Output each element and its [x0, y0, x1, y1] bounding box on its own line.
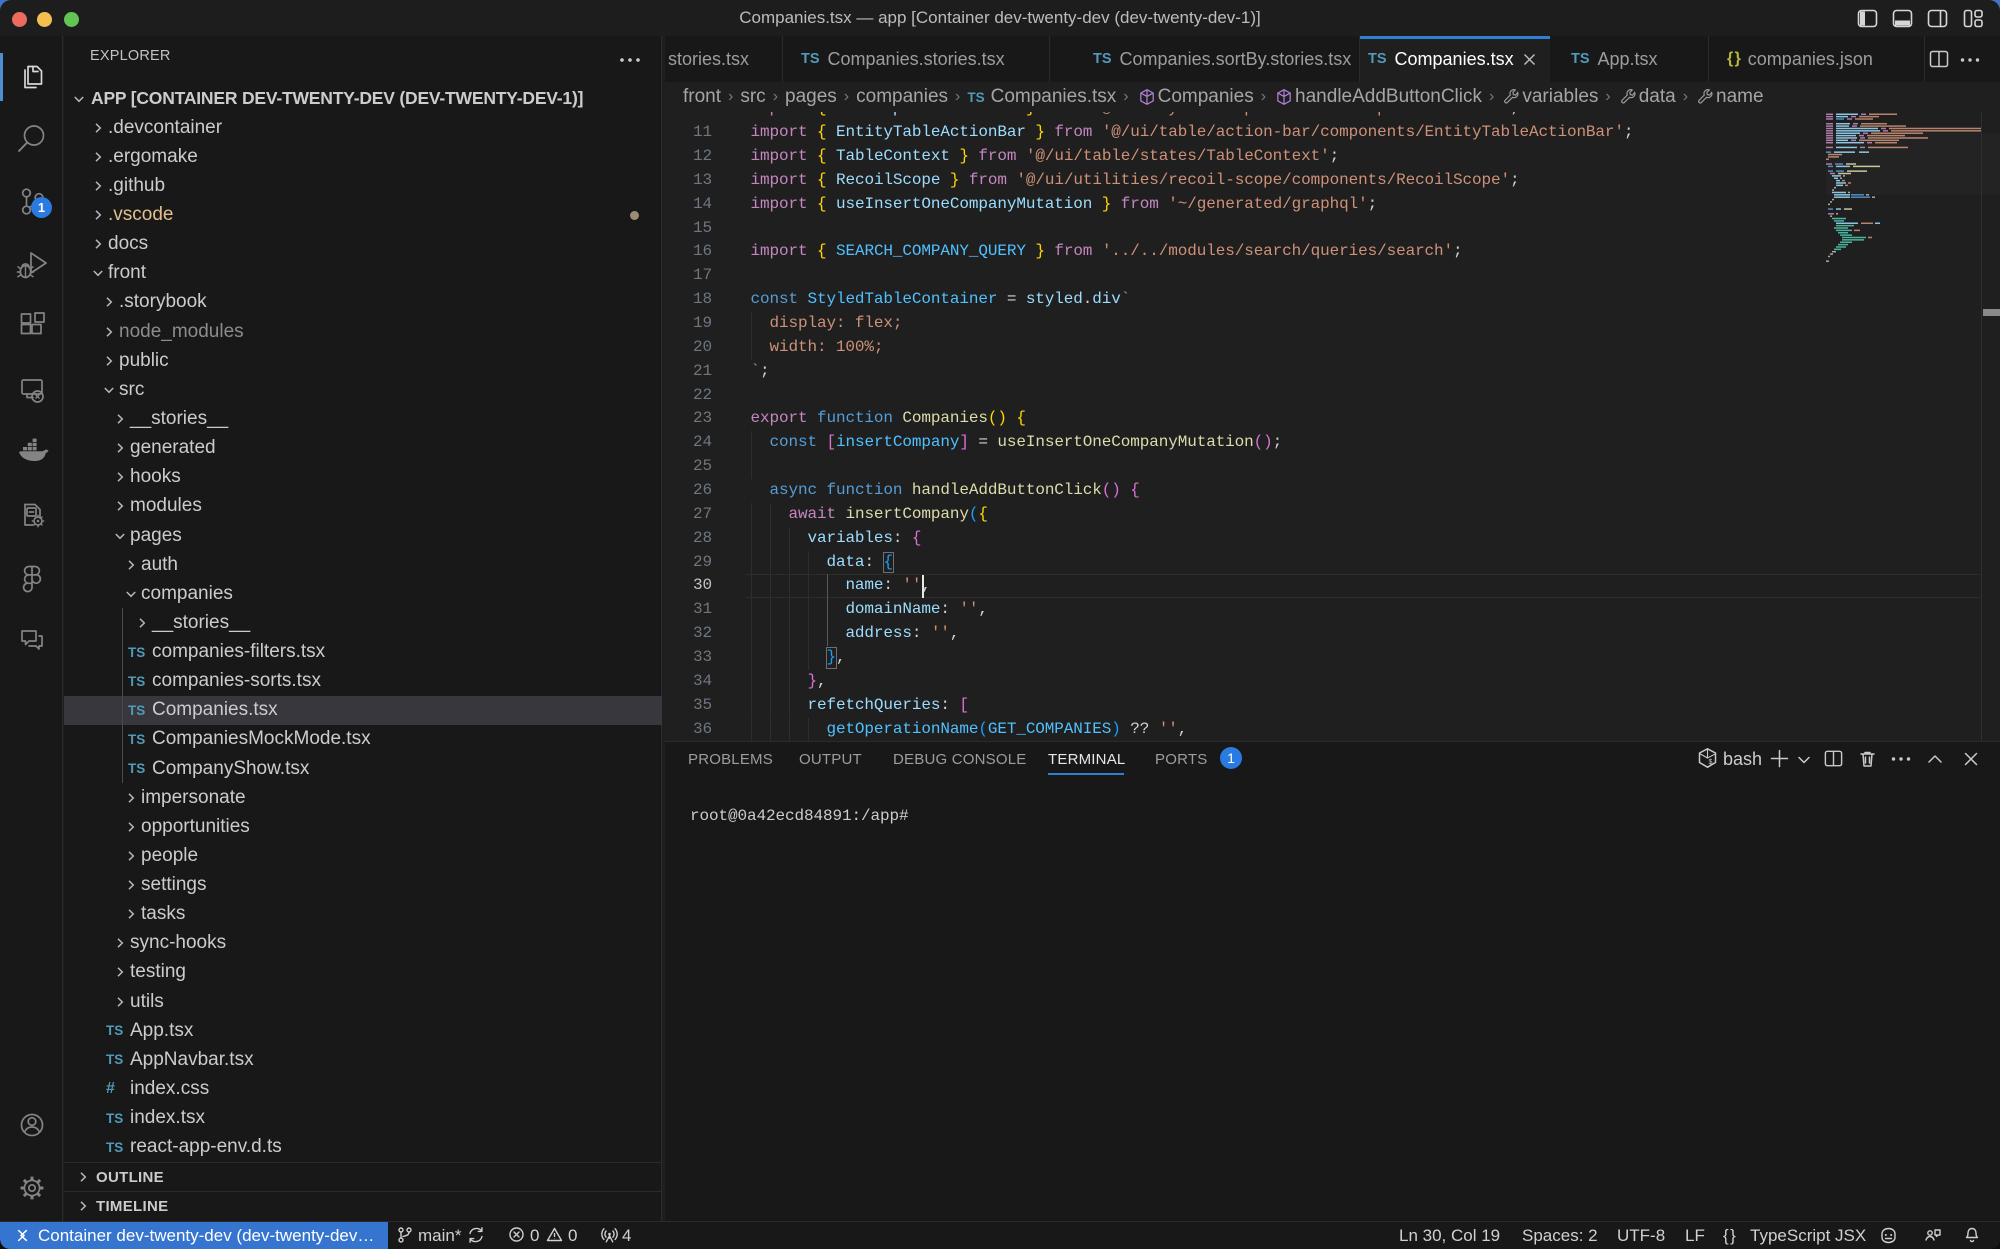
- svg-text:$: $: [1709, 759, 1713, 766]
